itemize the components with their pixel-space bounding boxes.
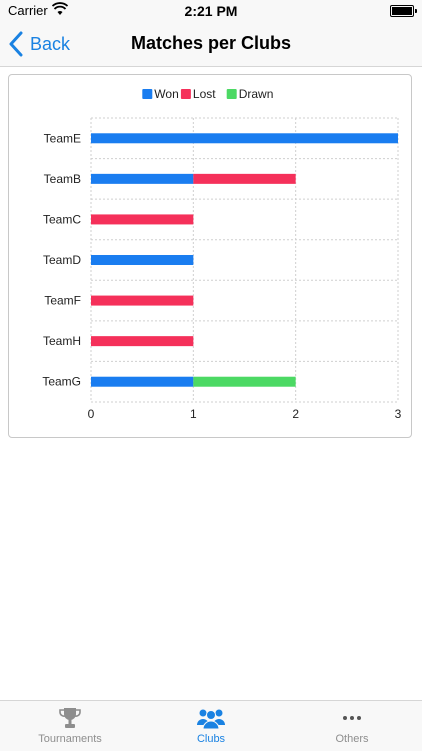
- tab-others[interactable]: Others: [282, 701, 422, 751]
- navigation-bar: Back Matches per Clubs: [0, 22, 422, 67]
- bar-teamc-lost: [91, 214, 194, 225]
- tab-label: Tournaments: [38, 733, 102, 745]
- x-tick-label: 3: [395, 407, 402, 421]
- bar-teamb-lost: [193, 173, 296, 184]
- tab-bar: Tournaments Clubs Others: [0, 700, 422, 751]
- legend-label-drawn: Drawn: [239, 87, 274, 101]
- category-label: TeamB: [44, 172, 81, 186]
- bar-teamg-drawn: [193, 376, 296, 387]
- legend-swatch-lost: [180, 89, 191, 99]
- clock: 2:21 PM: [184, 3, 238, 19]
- bar-teamd-won: [91, 255, 194, 265]
- category-label: TeamD: [43, 253, 81, 267]
- legend-label-lost: Lost: [193, 87, 216, 101]
- category-label: TeamG: [42, 375, 81, 389]
- legend-swatch-won: [142, 89, 153, 99]
- battery-icon: [390, 5, 417, 17]
- tab-label: Clubs: [196, 733, 226, 745]
- bar-teamf-lost: [91, 295, 194, 306]
- legend-label-won: Won: [154, 87, 178, 101]
- matches-bar-chart: Won Lost Drawn 0 1 2 3 TeamE TeamB TeamC TeamD Team…: [42, 87, 402, 421]
- category-label: TeamF: [44, 294, 81, 308]
- x-tick-label: 0: [88, 407, 95, 421]
- category-label: TeamH: [43, 334, 81, 348]
- bar-teamg-won: [91, 376, 194, 387]
- tab-clubs[interactable]: Clubs: [141, 701, 281, 751]
- x-tick-label: 2: [292, 407, 299, 421]
- bar-teamh-lost: [91, 336, 194, 347]
- category-label: TeamC: [43, 212, 81, 226]
- status-bar: Carrier 2:21 PM: [0, 0, 422, 22]
- tab-tournaments[interactable]: Tournaments: [0, 701, 140, 751]
- tab-label: Others: [335, 733, 369, 745]
- legend-swatch-drawn: [226, 89, 237, 99]
- category-label: TeamE: [44, 131, 81, 145]
- trophy-icon: [59, 708, 81, 728]
- x-tick-label: 1: [190, 407, 197, 421]
- page-title: Matches per Clubs: [130, 33, 292, 53]
- bar-teamb-won: [91, 173, 194, 184]
- chart-card: Won Lost Drawn 0 1 2 3 TeamE TeamB TeamC TeamD Team…: [8, 74, 412, 438]
- bar-teame-won: [91, 133, 398, 144]
- more-icon: [343, 716, 361, 720]
- people-icon: [197, 709, 225, 729]
